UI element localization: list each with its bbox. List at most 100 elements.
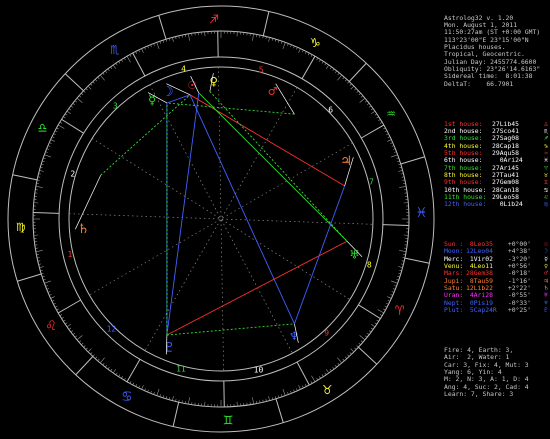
degree-tick xyxy=(387,136,391,138)
sign-divider xyxy=(158,15,167,40)
degree-tick xyxy=(61,317,64,319)
degree-tick xyxy=(110,66,113,70)
sign-divider xyxy=(12,174,38,181)
aspect-lines xyxy=(100,91,348,336)
degree-tick xyxy=(332,366,335,370)
degree-tick xyxy=(296,388,298,391)
degree-tick xyxy=(118,61,121,64)
degree-tick xyxy=(49,294,52,296)
degree-tick xyxy=(50,139,55,142)
degree-tick xyxy=(74,100,78,103)
degree-tick xyxy=(342,358,345,362)
degree-tick xyxy=(112,369,116,374)
house-number: 5 xyxy=(259,65,264,74)
degree-tick xyxy=(70,330,74,333)
aspect-line xyxy=(189,94,295,325)
degree-tick xyxy=(319,376,321,379)
degree-tick xyxy=(347,354,350,357)
degree-tick xyxy=(85,88,88,91)
degree-tick xyxy=(50,296,55,299)
degree-tick xyxy=(316,57,319,61)
degree-tick xyxy=(374,113,378,116)
degree-tick xyxy=(43,279,46,281)
degree-tick xyxy=(397,276,400,278)
degree-tick xyxy=(304,51,307,54)
degree-tick xyxy=(49,142,52,144)
house-number: 2 xyxy=(70,170,75,179)
planet-position: 5Cap24R xyxy=(466,306,497,315)
degree-tick xyxy=(63,116,66,119)
degree-tick xyxy=(44,154,52,158)
degree-tick xyxy=(126,56,131,63)
degree-tick xyxy=(316,377,319,381)
degree-tick xyxy=(337,362,340,366)
house-number: 3 xyxy=(113,102,118,111)
degree-tick xyxy=(81,342,84,346)
sign-divider xyxy=(348,62,367,82)
degree-tick xyxy=(356,90,359,93)
degree-tick xyxy=(162,395,164,398)
degree-tick xyxy=(399,250,407,252)
degree-tick xyxy=(334,70,337,74)
degree-tick xyxy=(129,381,132,384)
degree-tick xyxy=(59,314,63,317)
degree-tick xyxy=(349,352,352,355)
degree-tick xyxy=(384,305,388,308)
aspect-line xyxy=(293,185,346,325)
degree-tick xyxy=(44,280,52,284)
degree-tick xyxy=(252,397,254,405)
degree-tick xyxy=(115,372,118,376)
degree-tick xyxy=(296,47,298,50)
degree-tick xyxy=(307,52,310,56)
degree-tick xyxy=(112,64,116,69)
degree-tick xyxy=(376,319,379,322)
degree-tick xyxy=(138,385,140,389)
degree-tick xyxy=(72,332,76,335)
house-number: 10 xyxy=(254,365,264,374)
degree-tick xyxy=(379,121,383,124)
degree-tick xyxy=(168,397,171,400)
degree-tick xyxy=(105,364,108,368)
degree-tick xyxy=(387,300,391,302)
header-line: DeltaT: 66.7901 xyxy=(444,79,514,88)
wheel-planet-icon: ♄ xyxy=(79,222,87,238)
degree-tick xyxy=(56,127,59,130)
degree-tick xyxy=(399,186,407,188)
zodiac-sign-icon: ♎ xyxy=(38,119,47,137)
degree-tick xyxy=(76,335,83,341)
degree-tick xyxy=(370,327,374,330)
degree-tick xyxy=(51,300,55,302)
planet-aspect: +0°25' xyxy=(504,306,531,315)
chart-wheel[interactable]: ♈♉♊♋♌♍♎♏♐♑♒♓ 1234 56789101112 ☽ ☉ ♀☿♂♄♃♅♇♆ xyxy=(0,0,442,439)
degree-tick xyxy=(99,74,105,81)
degree-tick xyxy=(278,395,280,398)
sign-divider xyxy=(17,273,42,282)
degree-tick xyxy=(310,381,313,384)
degree-tick xyxy=(107,68,110,72)
degree-tick xyxy=(319,59,321,62)
degree-tick xyxy=(147,389,149,393)
degree-tick xyxy=(368,330,372,333)
degree-tick xyxy=(399,269,402,272)
degree-tick xyxy=(293,389,295,393)
degree-tick xyxy=(278,40,280,43)
degree-tick xyxy=(94,356,98,359)
degree-tick xyxy=(40,166,43,169)
degree-tick xyxy=(394,151,397,153)
sign-divider xyxy=(404,257,430,264)
house-number: 8 xyxy=(367,260,372,269)
degree-tick xyxy=(165,39,168,42)
degree-tick xyxy=(282,42,286,50)
degree-tick xyxy=(123,57,126,61)
house-cusp-tick xyxy=(358,304,381,320)
degree-tick xyxy=(70,105,74,108)
degree-tick xyxy=(396,279,399,281)
degree-tick xyxy=(383,127,386,130)
degree-tick xyxy=(168,38,171,41)
degree-tick xyxy=(354,88,357,91)
degree-tick xyxy=(324,62,327,66)
planet-positions-list: Sun : 8Leo35 +0°00' ☉ Moon: 12Leo04 +4°38' ☽… xyxy=(444,240,550,315)
planet-icon: ♇ xyxy=(544,306,548,315)
degree-tick xyxy=(94,79,98,82)
degree-tick xyxy=(141,48,144,53)
